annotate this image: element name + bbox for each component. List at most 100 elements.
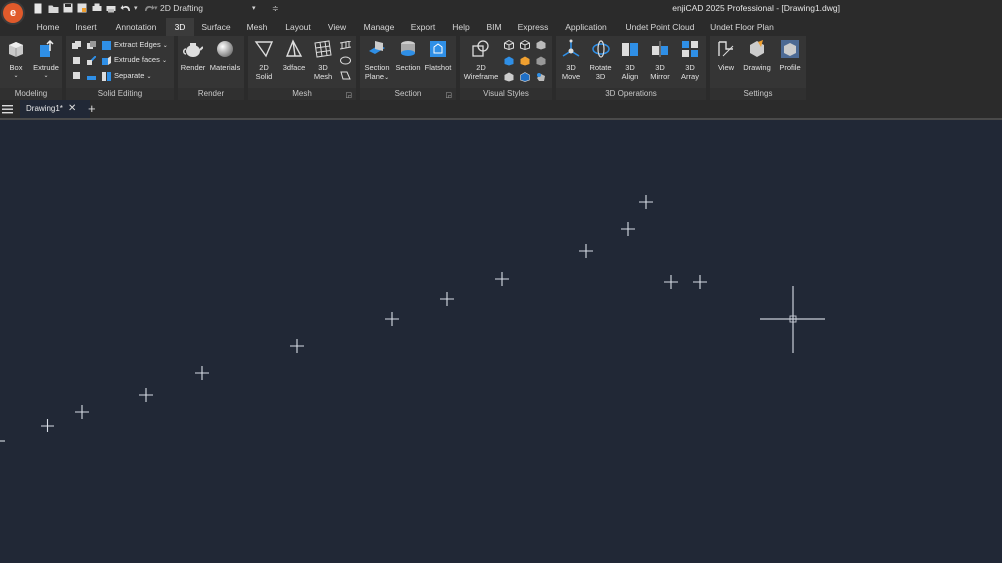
workspace-value: 2D Drafting bbox=[160, 3, 203, 13]
3d-mirror-button[interactable]: 3D Mirror bbox=[645, 39, 675, 81]
drawing-canvas[interactable] bbox=[0, 120, 1002, 558]
3d-move-button[interactable]: 3D Move bbox=[557, 39, 585, 81]
teapot-icon bbox=[183, 43, 204, 57]
tab-help[interactable]: Help bbox=[446, 18, 476, 36]
profile-icon bbox=[781, 40, 799, 58]
tab-insert[interactable]: Insert bbox=[68, 18, 104, 36]
materials-button[interactable]: Materials bbox=[207, 39, 243, 72]
thicken-icon[interactable] bbox=[87, 71, 96, 80]
gray-style-icon[interactable] bbox=[504, 72, 514, 82]
extrude-faces-label: Extrude faces bbox=[114, 55, 160, 64]
drawing-settings-icon bbox=[750, 40, 764, 57]
interfere-icon[interactable] bbox=[72, 71, 81, 80]
tab-manage[interactable]: Manage bbox=[356, 18, 402, 36]
profile-button[interactable]: Profile bbox=[775, 39, 805, 72]
3d-mesh-button[interactable]: 3D Mesh bbox=[310, 39, 336, 81]
slice-icon[interactable] bbox=[87, 56, 96, 65]
2d-wireframe-label-2: Wireframe bbox=[463, 72, 499, 81]
crosshair-cursor bbox=[760, 286, 825, 353]
3d-align-button[interactable]: 3D Align bbox=[616, 39, 644, 81]
plot-icon[interactable] bbox=[106, 3, 116, 15]
shaded-edges-icon[interactable] bbox=[520, 72, 530, 82]
sketchy-style-icon[interactable] bbox=[536, 72, 546, 82]
3d-move-label-1: 3D bbox=[566, 63, 576, 72]
shaded-style-icon[interactable] bbox=[504, 56, 514, 66]
tab-3d[interactable]: 3D bbox=[166, 18, 194, 36]
panel-expand-icon[interactable]: ◲ bbox=[345, 91, 352, 99]
extrude-icon bbox=[40, 39, 54, 57]
close-icon[interactable]: ✕ bbox=[68, 100, 76, 118]
tab-home[interactable]: Home bbox=[30, 18, 66, 36]
new-icon[interactable] bbox=[33, 3, 43, 15]
undo-icon[interactable] bbox=[120, 3, 132, 15]
3d-array-button[interactable]: 3D Array bbox=[676, 39, 704, 81]
plus-icon[interactable]: + bbox=[88, 100, 96, 117]
xray-style-icon[interactable] bbox=[536, 56, 546, 66]
workspace-select[interactable]: 2D Drafting ▾ bbox=[160, 2, 270, 15]
drawing-settings-button[interactable]: Drawing bbox=[740, 39, 774, 72]
rotate-3d-button[interactable]: Rotate 3D bbox=[586, 39, 615, 81]
section-button[interactable]: Section bbox=[393, 39, 423, 72]
tab-application[interactable]: Application bbox=[558, 18, 614, 36]
tab-bim[interactable]: BIM bbox=[480, 18, 508, 36]
hidden-style-icon[interactable] bbox=[520, 40, 530, 50]
extrude-button[interactable]: Extrude ⌄ bbox=[31, 39, 61, 81]
undo-dropdown-icon[interactable]: ▾ bbox=[134, 3, 138, 15]
rotate-3d-icon bbox=[591, 40, 610, 58]
point-marker bbox=[385, 312, 399, 326]
point-marker bbox=[693, 275, 707, 289]
panel-expand-icon[interactable]: ◲ bbox=[445, 91, 452, 99]
tab-surface[interactable]: Surface bbox=[196, 18, 236, 36]
title-bar: e ▾ ▾ 2D Drafting ▾ ≑ enjiCAD 2025 Profe… bbox=[0, 0, 1002, 23]
sphere-icon bbox=[217, 41, 233, 57]
realistic-style-icon[interactable] bbox=[520, 56, 530, 66]
intersect-icon[interactable] bbox=[72, 56, 81, 65]
union-icon[interactable] bbox=[72, 41, 81, 50]
section-label: Section bbox=[395, 63, 421, 72]
open-icon[interactable] bbox=[48, 3, 59, 15]
tab-mesh[interactable]: Mesh bbox=[240, 18, 274, 36]
flatshot-button[interactable]: Flatshot bbox=[423, 39, 453, 72]
drawing-settings-label: Drawing bbox=[743, 63, 771, 72]
customize-toolbar-icon[interactable]: ≑ bbox=[272, 3, 279, 15]
panel-mesh: 2D Solid 3dface 3D Mesh Mesh ◲ bbox=[248, 36, 356, 100]
3d-wireframe-icon[interactable] bbox=[504, 40, 514, 50]
tab-undet-floor-plan[interactable]: Undet Floor Plan bbox=[704, 18, 780, 36]
point-marker bbox=[579, 244, 593, 258]
tab-layout[interactable]: Layout bbox=[278, 18, 318, 36]
3d-mesh-icon bbox=[314, 40, 332, 58]
tab-express[interactable]: Express bbox=[512, 18, 554, 36]
tab-view[interactable]: View bbox=[322, 18, 352, 36]
subtract-icon[interactable] bbox=[87, 41, 96, 50]
view-settings-button[interactable]: View bbox=[712, 39, 740, 72]
extract-edges-button[interactable]: Extract Edges ⌄ bbox=[102, 39, 168, 52]
point-marker bbox=[639, 195, 653, 209]
box-label: Box bbox=[9, 63, 23, 72]
menu-icon[interactable] bbox=[2, 104, 13, 114]
ruled-mesh-icon[interactable] bbox=[340, 41, 351, 50]
edge-mesh-icon[interactable] bbox=[340, 71, 351, 80]
extract-edges-label: Extract Edges bbox=[114, 40, 161, 49]
conceptual-style-icon[interactable] bbox=[536, 40, 546, 50]
render-button[interactable]: Render bbox=[179, 39, 207, 72]
redo-dropdown-icon[interactable]: ▾ bbox=[154, 3, 158, 15]
point-marker bbox=[41, 419, 54, 432]
tab-export[interactable]: Export bbox=[405, 18, 441, 36]
2d-wireframe-button[interactable]: 2D Wireframe bbox=[462, 39, 500, 81]
box-button[interactable]: Box ⌄ bbox=[3, 39, 29, 81]
section-plane-button[interactable]: Section Plane⌄ bbox=[362, 39, 392, 83]
flatshot-icon bbox=[430, 41, 446, 57]
2d-solid-button[interactable]: 2D Solid bbox=[250, 39, 278, 81]
print-icon[interactable] bbox=[92, 3, 102, 15]
document-tab[interactable]: Drawing1* bbox=[20, 100, 90, 118]
separate-button[interactable]: Separate ⌄ bbox=[102, 70, 152, 83]
save-icon[interactable] bbox=[63, 3, 73, 15]
3dface-button[interactable]: 3dface bbox=[279, 39, 309, 72]
tab-undet-point-cloud[interactable]: Undet Point Cloud bbox=[620, 18, 700, 36]
app-logo[interactable]: e bbox=[3, 3, 23, 23]
ribbon: Box ⌄ Extrude ⌄ Modeling Extract Edges ⌄… bbox=[0, 36, 1002, 100]
tab-annotation[interactable]: Annotation bbox=[108, 18, 164, 36]
revolved-mesh-icon[interactable] bbox=[340, 56, 351, 65]
extrude-faces-button[interactable]: Extrude faces ⌄ bbox=[102, 54, 167, 67]
save-as-icon[interactable] bbox=[77, 3, 87, 15]
